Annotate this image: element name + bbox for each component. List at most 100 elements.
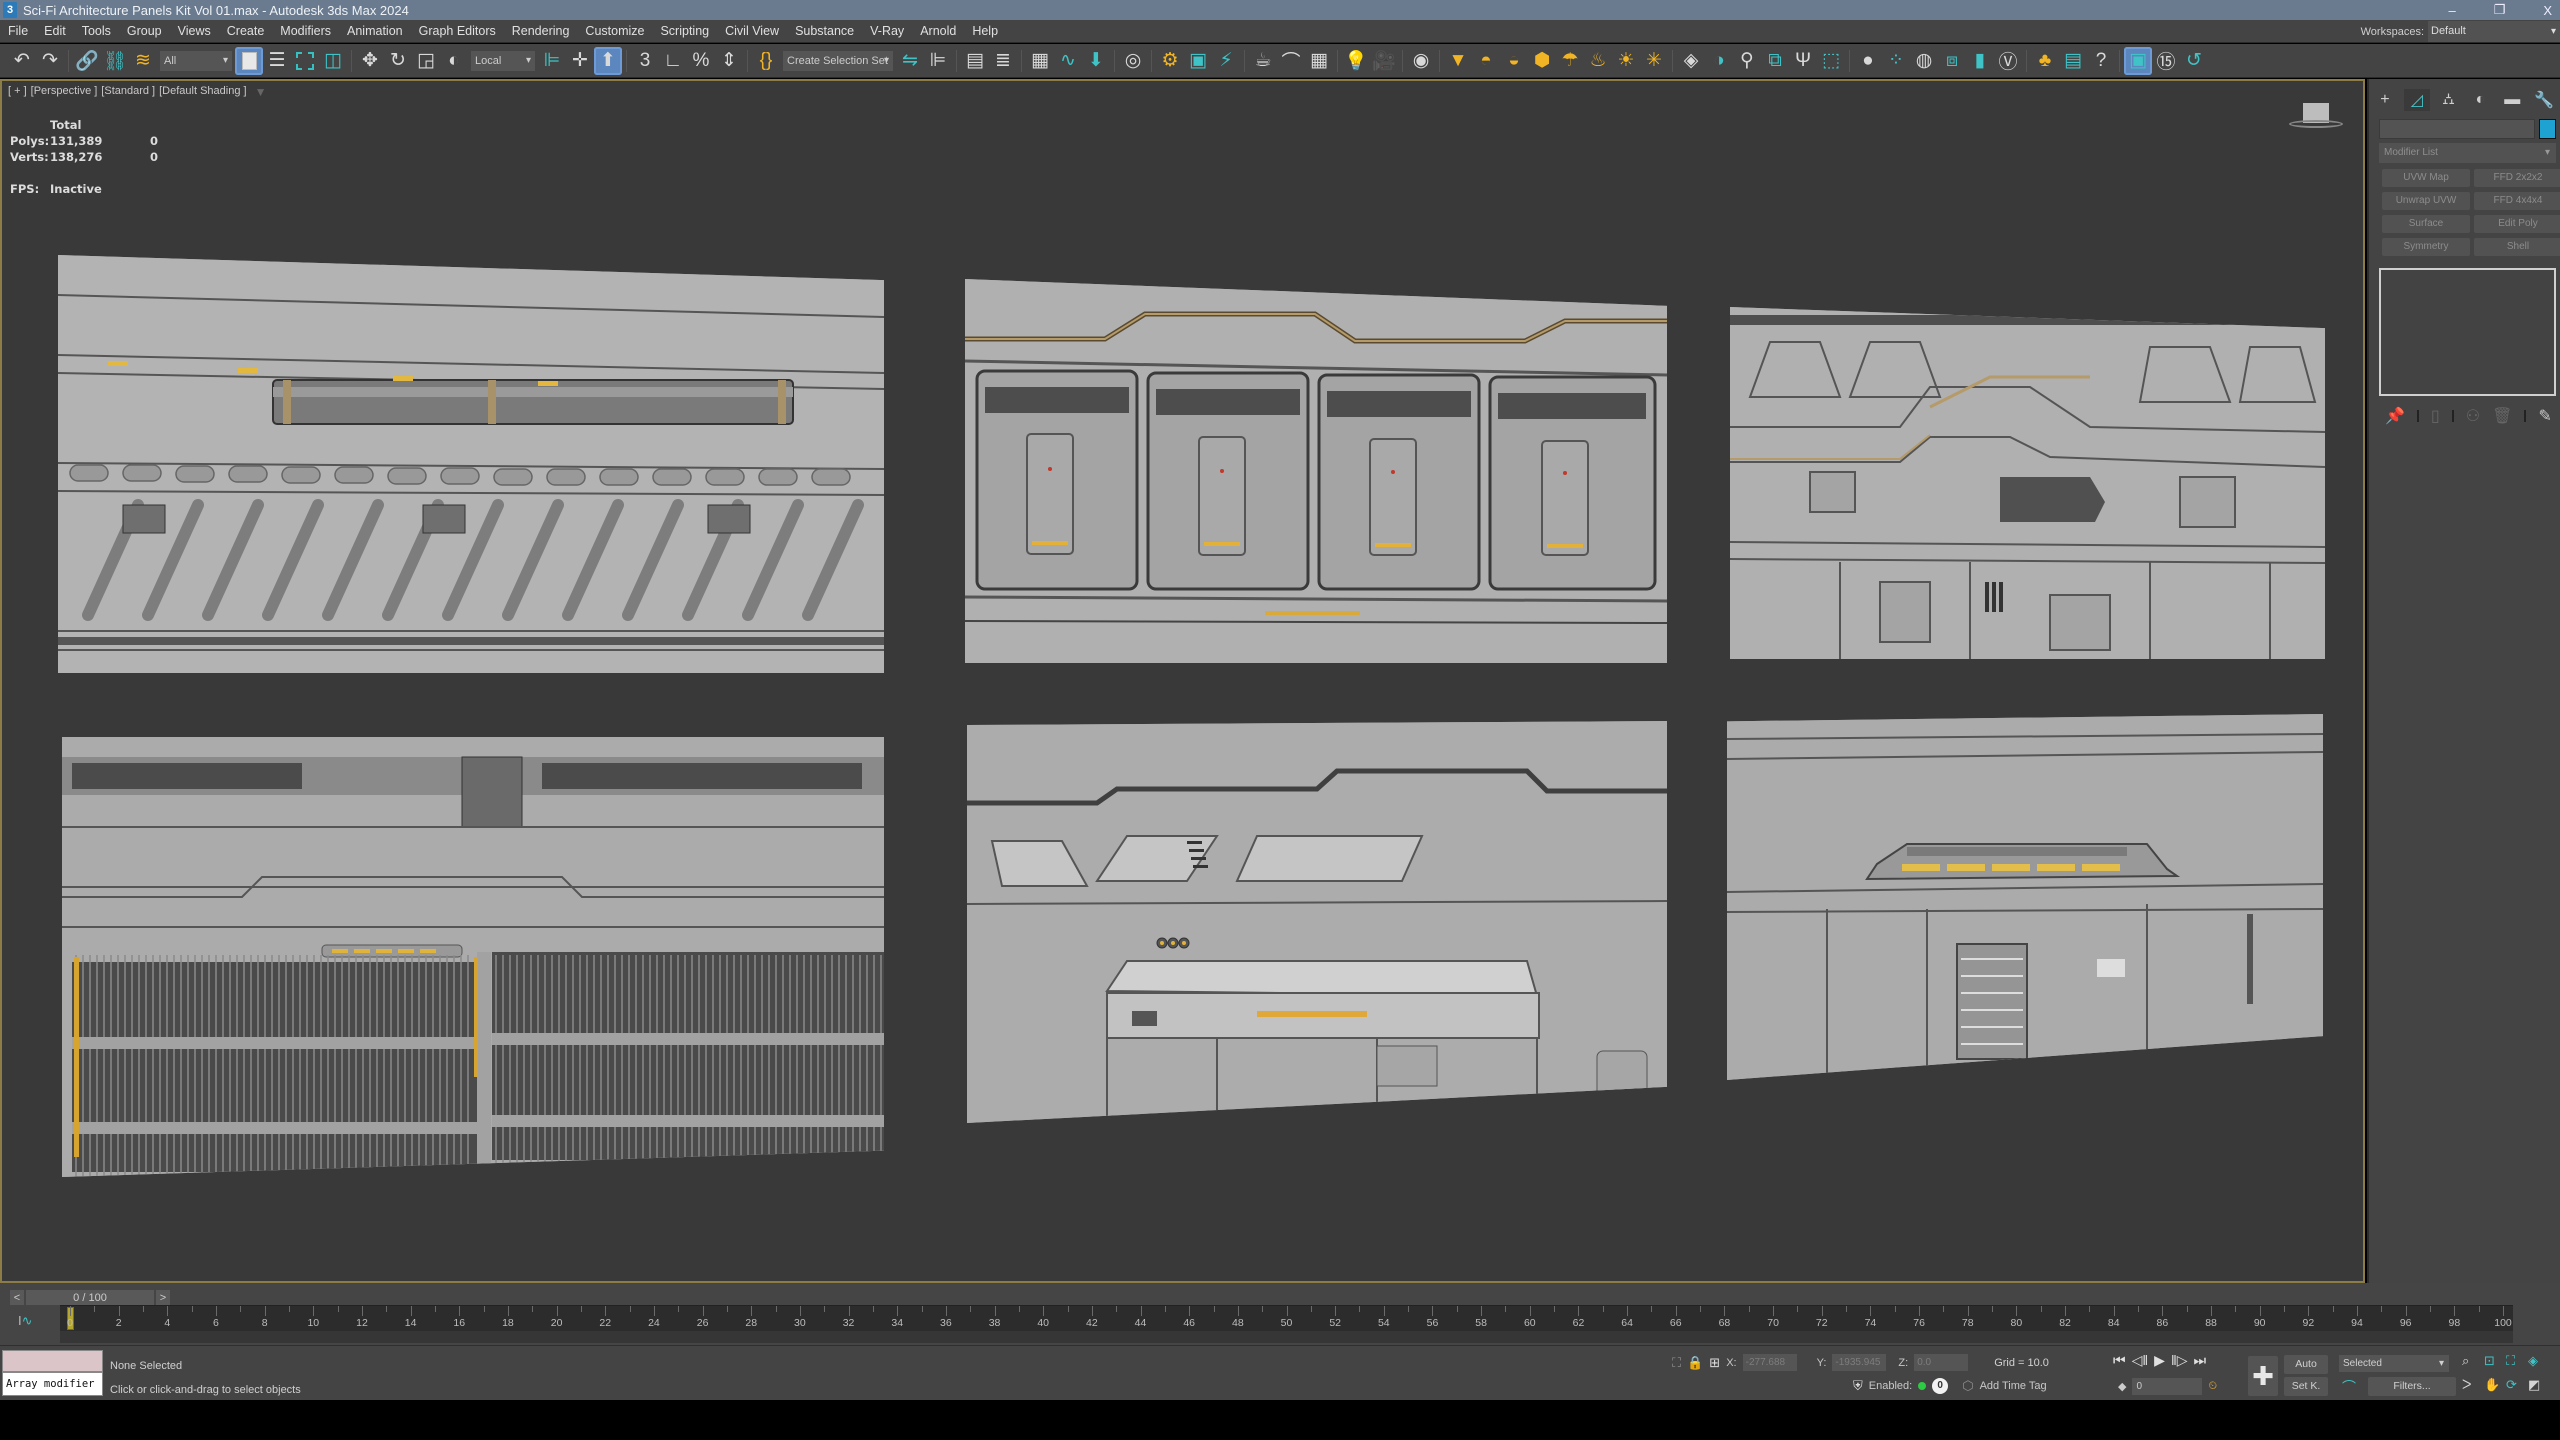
viewport-plus-menu[interactable]: [ + ] bbox=[8, 85, 27, 99]
next-key-icon[interactable]: ‖▷ bbox=[2171, 1352, 2188, 1369]
panel-vent-grille[interactable] bbox=[62, 737, 884, 1177]
toggle-ribbon-icon[interactable]: ≣ bbox=[989, 47, 1017, 75]
vray-proxy-icon[interactable]: ◈ bbox=[1677, 47, 1705, 75]
angle-snap-icon[interactable]: ∟ bbox=[659, 47, 687, 75]
placement-icon[interactable]: ◐ bbox=[440, 47, 468, 75]
help-icon[interactable]: ? bbox=[2087, 47, 2115, 75]
vray-ies-light-icon[interactable]: ☂ bbox=[1556, 47, 1584, 75]
go-to-start-icon[interactable]: ⏮ bbox=[2113, 1352, 2126, 1369]
menu-animation[interactable]: Animation bbox=[339, 20, 411, 43]
zoom-extents-icon[interactable]: ⛶ bbox=[2506, 1353, 2528, 1369]
time-slider[interactable]: < 0 / 100 > bbox=[10, 1290, 170, 1306]
modifier-button[interactable]: Surface bbox=[2382, 215, 2470, 233]
vray-scene-converter-icon[interactable]: ⧈ bbox=[1938, 47, 1966, 75]
app-icon[interactable]: 3 bbox=[3, 2, 17, 18]
select-object-icon[interactable] bbox=[235, 46, 263, 75]
remove-modifier-icon[interactable]: 🗑 bbox=[2492, 406, 2512, 426]
workspaces-dropdown[interactable]: Default bbox=[2428, 21, 2560, 42]
window-crossing-icon[interactable]: ◫ bbox=[319, 47, 347, 75]
menu-vray[interactable]: V-Ray bbox=[862, 20, 912, 43]
key-mode-toggle-icon[interactable]: ◆ bbox=[2118, 1380, 2126, 1393]
viewcube[interactable] bbox=[2289, 103, 2345, 133]
selection-filter-dropdown[interactable]: All bbox=[160, 50, 232, 71]
menu-scripting[interactable]: Scripting bbox=[652, 20, 717, 43]
modifier-button[interactable]: Symmetry bbox=[2382, 238, 2470, 256]
rotate-icon[interactable]: ↻ bbox=[384, 47, 412, 75]
vray-bitmap-icon[interactable]: ▮ bbox=[1966, 47, 1994, 75]
next-frame-button[interactable]: > bbox=[156, 1290, 170, 1306]
rendered-frame-window-icon[interactable]: ▣ bbox=[1184, 47, 1212, 75]
x-coordinate-field[interactable]: -277.688 bbox=[1742, 1354, 1797, 1371]
vray-material-icon[interactable]: ● bbox=[1854, 47, 1882, 75]
pivot-center-icon[interactable]: ⊫ bbox=[538, 47, 566, 75]
add-time-tag-button[interactable]: Add Time Tag bbox=[1980, 1380, 2047, 1392]
maxscript-output[interactable]: Array modifier bbox=[2, 1372, 103, 1396]
vray-clipper-icon[interactable]: ◑ bbox=[1705, 47, 1733, 75]
menu-group[interactable]: Group bbox=[119, 20, 170, 43]
schematic-view-icon[interactable]: ⬇ bbox=[1082, 47, 1110, 75]
key-filters-button[interactable]: Filters... bbox=[2368, 1377, 2456, 1396]
vray-decal-icon[interactable]: ⬚ bbox=[1817, 47, 1845, 75]
modifier-button[interactable]: UVW Map bbox=[2382, 169, 2470, 187]
percent-snap-icon[interactable]: % bbox=[687, 47, 715, 75]
vray-teapot-icon[interactable]: ☕ bbox=[1249, 47, 1277, 75]
vray-sky-icon[interactable]: ✳ bbox=[1640, 47, 1668, 75]
pan-icon[interactable]: ✋ bbox=[2484, 1377, 2506, 1393]
vray-ambient-light-icon[interactable]: ♨ bbox=[1584, 47, 1612, 75]
panel-console-desk[interactable] bbox=[967, 721, 1667, 1123]
go-to-end-icon[interactable]: ⏭ bbox=[2194, 1352, 2207, 1369]
menu-help[interactable]: Help bbox=[964, 20, 1006, 43]
mirror-icon[interactable]: ⇋ bbox=[896, 47, 924, 75]
viewport-shading-menu[interactable]: [Default Shading ] bbox=[159, 85, 246, 99]
vray-log-icon[interactable]: ▤ bbox=[2059, 47, 2087, 75]
absolute-mode-icon[interactable]: ⊞ bbox=[1709, 1355, 1720, 1371]
key-filter-dropdown[interactable]: Selected bbox=[2339, 1355, 2449, 1372]
play-icon[interactable]: ▶ bbox=[2154, 1352, 2165, 1369]
panel-louver-door[interactable] bbox=[1727, 714, 2323, 1080]
vray-dome-icon[interactable]: ⌒ bbox=[1277, 47, 1305, 75]
motion-tab-icon[interactable]: ◐ bbox=[2467, 89, 2493, 111]
vray-vision-icon[interactable]: Ⓥ bbox=[1994, 47, 2022, 75]
vray-plane-icon[interactable]: ⚲ bbox=[1733, 47, 1761, 75]
ribbon-toggle-icon[interactable]: ▣ bbox=[2124, 46, 2152, 75]
time-tag-icon[interactable]: ⬡ bbox=[1962, 1378, 1973, 1394]
restore-button[interactable]: ❐ bbox=[2494, 2, 2506, 18]
render-setup-icon[interactable]: ⚙ bbox=[1156, 47, 1184, 75]
default-tangent-icon[interactable]: ⌒ bbox=[2342, 1377, 2356, 1397]
modifier-button[interactable]: FFD 4x4x4 bbox=[2474, 192, 2560, 210]
viewport-standard-menu[interactable]: [Standard ] bbox=[101, 85, 155, 99]
zoom-icon[interactable]: ⌕ bbox=[2462, 1353, 2484, 1369]
vray-sphere-light-icon[interactable]: ◒ bbox=[1500, 47, 1528, 75]
scale-icon[interactable]: ◲ bbox=[412, 47, 440, 75]
maximize-viewport-icon[interactable]: ◩ bbox=[2528, 1377, 2550, 1393]
select-manipulate-icon[interactable]: ✛ bbox=[566, 47, 594, 75]
named-selection-set-dropdown[interactable]: Create Selection Set bbox=[783, 50, 893, 71]
panel-four-doors[interactable] bbox=[965, 279, 1667, 663]
time-config-icon[interactable]: ⑮ bbox=[2152, 47, 2180, 75]
sync-icon[interactable]: ↺ bbox=[2180, 47, 2208, 75]
vray-sun-icon[interactable]: ☀ bbox=[1612, 47, 1640, 75]
menu-edit[interactable]: Edit bbox=[36, 20, 74, 43]
spinner-snap-icon[interactable]: ⇕ bbox=[715, 47, 743, 75]
keyboard-shortcut-override-icon[interactable]: ⬆ bbox=[594, 46, 622, 75]
select-by-name-icon[interactable]: ☰ bbox=[263, 47, 291, 75]
snap-3d-icon[interactable]: 3 bbox=[631, 47, 659, 75]
menu-tools[interactable]: Tools bbox=[74, 20, 119, 43]
menu-modifiers[interactable]: Modifiers bbox=[272, 20, 339, 43]
menu-rendering[interactable]: Rendering bbox=[504, 20, 578, 43]
auto-key-button[interactable]: Auto bbox=[2284, 1355, 2328, 1374]
vray-instancer-icon[interactable]: ⧉ bbox=[1761, 47, 1789, 75]
material-editor-icon[interactable]: ◎ bbox=[1119, 47, 1147, 75]
vray-material-lib-icon[interactable]: ◍ bbox=[1910, 47, 1938, 75]
minimize-button[interactable]: – bbox=[2448, 3, 2455, 18]
close-button[interactable]: X bbox=[2543, 3, 2552, 18]
object-color-swatch[interactable] bbox=[2539, 119, 2556, 139]
viewport-pov-menu[interactable]: [Perspective ] bbox=[31, 85, 98, 99]
align-icon[interactable]: ⊫ bbox=[924, 47, 952, 75]
link-icon[interactable]: 🔗 bbox=[73, 47, 101, 75]
z-coordinate-field[interactable]: 0.0 bbox=[1914, 1354, 1969, 1371]
edit-named-selection-icon[interactable]: {} bbox=[752, 47, 780, 75]
filter-icon[interactable]: ▼ bbox=[255, 85, 267, 99]
physical-camera-icon[interactable]: ◉ bbox=[1407, 47, 1435, 75]
zoom-all-icon[interactable]: ⊡ bbox=[2484, 1353, 2506, 1369]
